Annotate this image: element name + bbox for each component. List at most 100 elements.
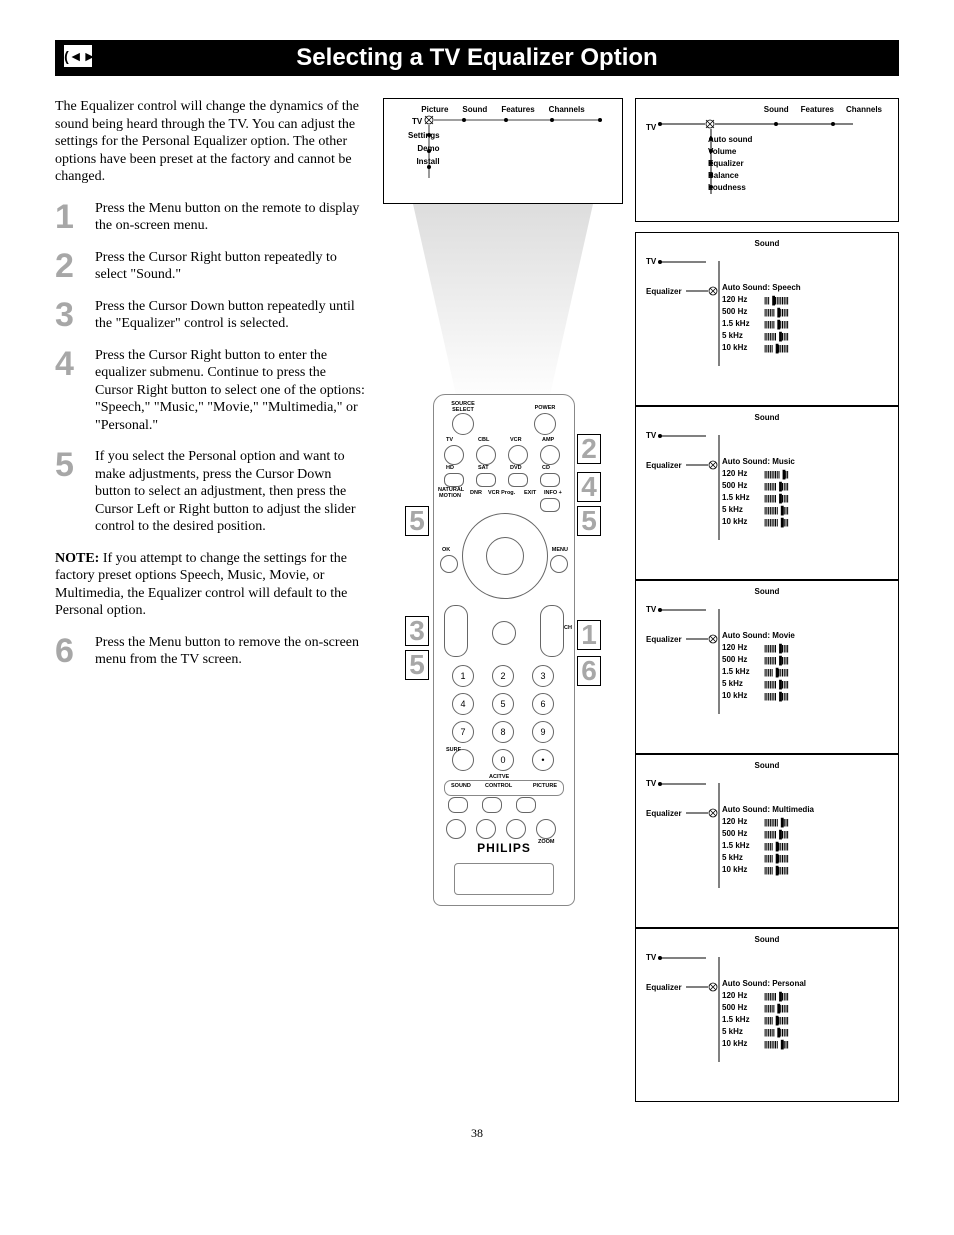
eq-freq-label: 5 kHz <box>722 679 758 688</box>
eq-slider: |||||||▐|||| <box>764 692 846 700</box>
equalizer-preset-screen: Sound TV Equalizer Auto Sound: Music 120… <box>635 406 899 580</box>
digit-6-button[interactable]: 6 <box>532 693 554 715</box>
digit-0-button[interactable]: 0 <box>492 749 514 771</box>
step-text: Press the Menu button to remove the on-s… <box>95 634 365 669</box>
digit-9-button[interactable]: 9 <box>532 721 554 743</box>
amp-button[interactable] <box>540 445 560 465</box>
callout-2: 2 <box>577 434 601 464</box>
page-title: Selecting a TV Equalizer Option <box>296 44 657 71</box>
digit-5-button[interactable]: 5 <box>492 693 514 715</box>
eq-slider: ||||||||▐||| <box>764 518 846 526</box>
screen-title: Sound <box>642 413 892 422</box>
eq-slider: |||||▐|||||| <box>764 854 846 862</box>
eq-freq-label: 1.5 kHz <box>722 667 758 676</box>
eq-freq-label: 5 kHz <box>722 505 758 514</box>
speaker-icon: ((◄► <box>63 44 93 68</box>
remote-label: DNR <box>470 490 482 496</box>
digit-3-button[interactable]: 3 <box>532 665 554 687</box>
mode-bar: ACITVE SOUND CONTROL PICTURE <box>444 780 564 796</box>
eq-freq-label: 5 kHz <box>722 331 758 340</box>
eq-row: 10 kHz||||||||▐||| <box>722 517 846 526</box>
step: 2 Press the Cursor Right button repeated… <box>55 249 365 284</box>
bottom-button-3[interactable] <box>506 819 526 839</box>
eq-row: 120 Hz|||||||||▐|| <box>722 469 846 478</box>
step-number: 6 <box>55 634 95 669</box>
eq-slider: |||||||▐|||| <box>764 830 846 838</box>
screen-sound-menu: Sound Features Channels TV Auto sound Vo… <box>635 98 899 222</box>
callout-4: 4 <box>577 472 601 502</box>
instructions-column: The Equalizer control will change the dy… <box>55 98 365 1102</box>
eq-slider: |||||▐|||||| <box>764 1016 846 1024</box>
step: 5 If you select the Personal option and … <box>55 448 365 536</box>
screen-tab: Sound <box>764 105 789 114</box>
remote-label: AMP <box>542 437 554 443</box>
eq-row: 5 kHz|||||▐|||||| <box>722 853 846 862</box>
eq-freq-label: 120 Hz <box>722 643 758 652</box>
tv-button[interactable] <box>444 445 464 465</box>
control-mode-button[interactable] <box>482 797 502 813</box>
vcr-button[interactable] <box>508 445 528 465</box>
equalizer-label: Equalizer <box>646 461 682 470</box>
cbl-button[interactable] <box>476 445 496 465</box>
bottom-button-1[interactable] <box>446 819 466 839</box>
eq-freq-label: 500 Hz <box>722 481 758 490</box>
picture-mode-button[interactable] <box>516 797 536 813</box>
sound-mode-button[interactable] <box>448 797 468 813</box>
eq-freq-label: 120 Hz <box>722 295 758 304</box>
tv-menu-diagram: Picture Sound Features Channels TV Setti… <box>383 98 623 204</box>
step-number: 3 <box>55 298 95 333</box>
dvd-button[interactable] <box>508 473 528 487</box>
eq-row: 10 kHz|||||||▐|||| <box>722 691 846 700</box>
source-select-button[interactable] <box>452 413 474 435</box>
step-number: 5 <box>55 448 95 536</box>
preset-name: Auto Sound: Movie <box>722 631 846 640</box>
eq-row: 1.5 kHz|||||▐|||||| <box>722 841 846 850</box>
info-button[interactable] <box>540 498 560 512</box>
eq-row: 5 kHz||||||||▐||| <box>722 505 846 514</box>
channel-rocker[interactable] <box>540 605 564 657</box>
hd-button[interactable] <box>444 473 464 487</box>
eq-slider: |||||▐|||||| <box>764 842 846 850</box>
remote-label: DVD <box>510 465 522 471</box>
eq-row: 120 Hz||||||||▐||| <box>722 817 846 826</box>
sat-button[interactable] <box>476 473 496 487</box>
eq-slider: |||||||▐|||| <box>764 656 846 664</box>
eq-freq-label: 500 Hz <box>722 829 758 838</box>
menu-button[interactable] <box>550 555 568 573</box>
dot-button[interactable]: • <box>532 749 554 771</box>
eq-row: 500 Hz|||||||▐|||| <box>722 481 846 490</box>
equalizer-preset-screen: Sound TV Equalizer Auto Sound: Personal … <box>635 928 899 1102</box>
zoom-button[interactable] <box>536 819 556 839</box>
power-button[interactable] <box>534 413 556 435</box>
bottom-button-2[interactable] <box>476 819 496 839</box>
mute-button[interactable] <box>492 621 516 645</box>
digit-1-button[interactable]: 1 <box>452 665 474 687</box>
volume-rocker[interactable] <box>444 605 468 657</box>
equalizer-label: Equalizer <box>646 287 682 296</box>
digit-4-button[interactable]: 4 <box>452 693 474 715</box>
screen-title: Sound <box>642 935 892 944</box>
eq-slider: |||||▐|||||| <box>764 866 846 874</box>
callout-5b: 5 <box>405 650 429 680</box>
digit-7-button[interactable]: 7 <box>452 721 474 743</box>
eq-slider: ||||||▐||||| <box>764 1028 846 1036</box>
eq-row: 1.5 kHz|||||||▐|||| <box>722 493 846 502</box>
remote-label: ACITVE <box>489 774 509 780</box>
eq-row: 120 Hz|||||||▐|||| <box>722 991 846 1000</box>
menu-label: MENU <box>552 547 568 553</box>
remote-lid <box>454 863 554 895</box>
cursor-center[interactable] <box>486 537 524 575</box>
remote-label: HD <box>446 465 454 471</box>
remote-label: CBL <box>478 437 489 443</box>
ok-button[interactable] <box>440 555 458 573</box>
equalizer-preset-screen: Sound TV Equalizer Auto Sound: Speech 12… <box>635 232 899 406</box>
eq-row: 10 kHz|||||▐|||||| <box>722 343 846 352</box>
eq-slider: |||||▐|||||| <box>764 668 846 676</box>
digit-8-button[interactable]: 8 <box>492 721 514 743</box>
step-text: If you select the Personal option and wa… <box>95 448 365 536</box>
eq-freq-label: 120 Hz <box>722 817 758 826</box>
digit-2-button[interactable]: 2 <box>492 665 514 687</box>
remote-label: CONTROL <box>485 783 512 789</box>
cd-button[interactable] <box>540 473 560 487</box>
callout-6: 6 <box>577 656 601 686</box>
